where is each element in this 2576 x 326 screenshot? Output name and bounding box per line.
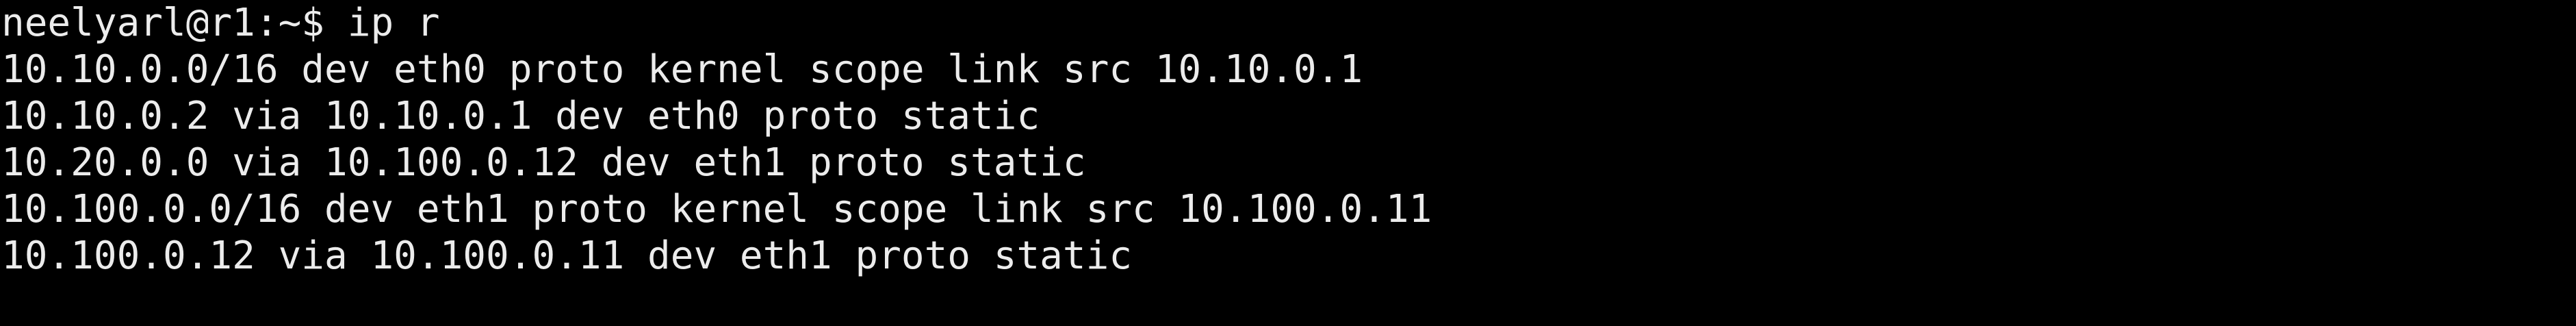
route-line: 10.10.0.0/16 dev eth0 proto kernel scope…: [1, 47, 1363, 92]
route-line: 10.10.0.2 via 10.10.0.1 dev eth0 proto s…: [1, 94, 1040, 138]
terminal-window[interactable]: neelyarl@r1:~$ ip r 10.10.0.0/16 dev eth…: [0, 0, 2576, 279]
route-line: 10.100.0.12 via 10.100.0.11 dev eth1 pro…: [1, 234, 1133, 278]
route-line: 10.20.0.0 via 10.100.0.12 dev eth1 proto…: [1, 140, 1086, 185]
command-prompt-line: neelyarl@r1:~$ ip r: [1, 1, 440, 45]
route-line: 10.100.0.0/16 dev eth1 proto kernel scop…: [1, 187, 1432, 231]
